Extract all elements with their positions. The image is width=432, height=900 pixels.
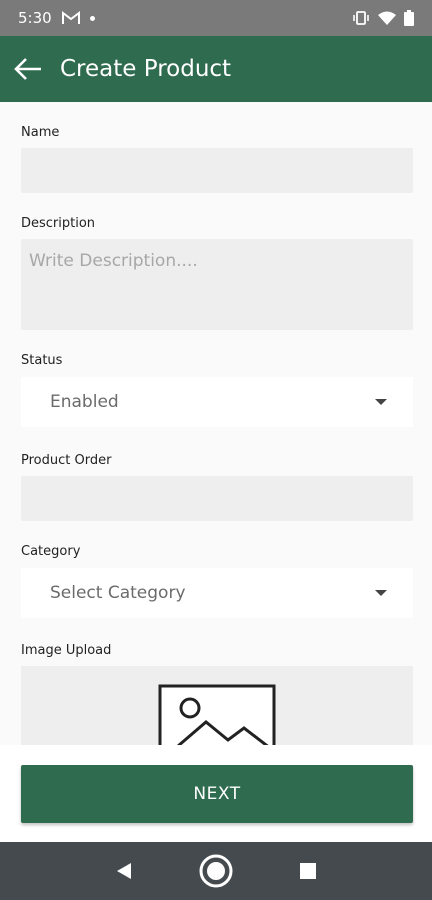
status-bar: 5:30 <box>0 0 432 36</box>
image-upload-area[interactable] <box>21 666 413 745</box>
nav-back-icon <box>117 863 131 879</box>
name-label: Name <box>21 125 60 140</box>
app-bar: Create Product <box>0 36 432 102</box>
nav-recents-button[interactable] <box>290 853 326 889</box>
notification-dot <box>89 15 95 21</box>
name-field[interactable] <box>21 148 413 193</box>
product-order-field[interactable] <box>21 476 413 521</box>
page-title: Create Product <box>60 56 232 82</box>
arrow-back-icon <box>14 58 41 80</box>
category-dropdown[interactable]: Select Category <box>21 568 413 618</box>
description-field[interactable]: Write Description.... <box>21 239 413 330</box>
image-placeholder-icon <box>158 684 276 745</box>
vibrate-icon <box>353 11 369 25</box>
product-order-label: Product Order <box>21 453 112 468</box>
description-placeholder: Write Description.... <box>29 251 198 271</box>
nav-recents-icon <box>300 863 316 879</box>
image-upload-label: Image Upload <box>21 643 112 658</box>
bottom-action-area: NEXT <box>0 745 432 842</box>
dropdown-arrow-icon <box>375 399 387 405</box>
back-button[interactable] <box>0 36 56 102</box>
category-label: Category <box>21 544 81 559</box>
next-button[interactable]: NEXT <box>21 765 413 823</box>
status-dropdown[interactable]: Enabled <box>21 377 413 427</box>
status-selected-value: Enabled <box>50 392 119 412</box>
status-label: Status <box>21 353 63 368</box>
description-label: Description <box>21 216 96 231</box>
nav-home-icon <box>199 854 233 888</box>
status-time: 5:30 <box>18 9 52 27</box>
wifi-icon <box>378 11 396 25</box>
gmail-icon <box>61 11 80 24</box>
system-nav-bar <box>0 842 432 900</box>
battery-icon <box>404 10 414 26</box>
nav-back-button[interactable] <box>106 853 142 889</box>
category-selected-value: Select Category <box>50 583 186 603</box>
nav-home-button[interactable] <box>198 853 234 889</box>
product-form: Name Description Write Description.... S… <box>0 102 432 745</box>
dropdown-arrow-icon <box>375 590 387 596</box>
